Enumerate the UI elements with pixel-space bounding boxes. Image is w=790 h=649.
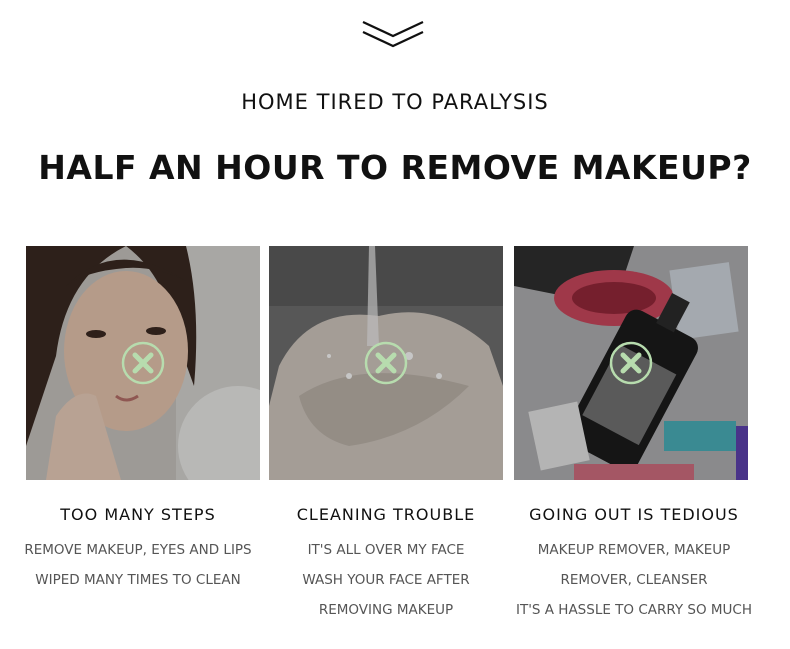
- caption-title: TOO MANY STEPS: [60, 505, 216, 524]
- x-circle-icon: [364, 341, 408, 385]
- caption-line: WASH YOUR FACE AFTER: [302, 572, 470, 588]
- card-photo-too-many-steps: [26, 246, 260, 480]
- caption-line: IT'S A HASSLE TO CARRY SO MUCH: [515, 602, 753, 618]
- caption-title: CLEANING TROUBLE: [296, 505, 476, 524]
- caption-line: REMOVING MAKEUP: [318, 602, 454, 618]
- caption-line: WIPED MANY TIMES TO CLEAN: [35, 572, 241, 588]
- x-circle-icon: [609, 341, 653, 385]
- x-circle-icon: [121, 341, 165, 385]
- caption-going-out: GOING OUT IS TEDIOUS MAKEUP REMOVER, MAK…: [503, 505, 765, 625]
- caption-too-many-steps: TOO MANY STEPS REMOVE MAKEUP, EYES AND L…: [7, 505, 269, 595]
- caption-cleaning-trouble: CLEANING TROUBLE IT'S ALL OVER MY FACE W…: [255, 505, 517, 625]
- section-kicker: HOME TIRED TO PARALYSIS: [241, 90, 549, 114]
- caption-line: IT'S ALL OVER MY FACE: [307, 542, 465, 558]
- caption-title: GOING OUT IS TEDIOUS: [529, 505, 739, 524]
- card-photo-going-out: [514, 246, 748, 480]
- caption-line: REMOVE MAKEUP, EYES AND LIPS: [24, 542, 252, 558]
- caption-line: REMOVER, CLEANSER: [560, 572, 708, 588]
- caption-line: MAKEUP REMOVER, MAKEUP: [537, 542, 731, 558]
- double-chevron-down-icon: [362, 21, 424, 48]
- section-headline: HALF AN HOUR TO REMOVE MAKEUP?: [38, 148, 752, 187]
- card-photo-cleaning-trouble: [269, 246, 503, 480]
